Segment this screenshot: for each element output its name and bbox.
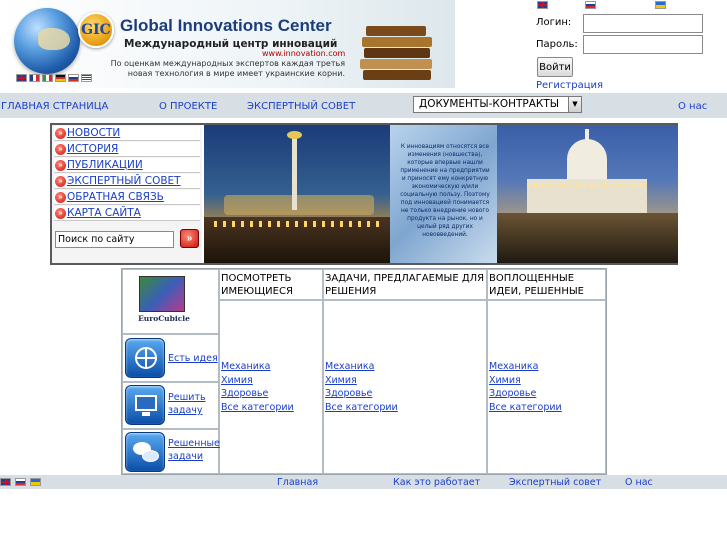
- site-url: www.innovation.com: [262, 49, 346, 58]
- site-banner: GIC Global Innovations Center Международ…: [0, 0, 455, 88]
- solve-task-link[interactable]: Решить задачу: [168, 391, 218, 417]
- menu-item-history[interactable]: » ИСТОРИЯ: [54, 142, 200, 157]
- column-header-implemented: ВОПЛОЩЕННЫЕ ИДЕИ, РЕШЕННЫЕ ЗАДАЧИ: [487, 269, 606, 310]
- monitor-icon[interactable]: [125, 385, 165, 425]
- flag-russia-icon[interactable]: [15, 478, 26, 486]
- category-link-health[interactable]: Здоровье: [325, 387, 398, 401]
- bullet-icon: »: [55, 208, 66, 219]
- solved-tasks-link[interactable]: Решенные задачи: [168, 437, 220, 463]
- column-view-ideas: Механика Химия Здоровье Все категории: [219, 300, 323, 474]
- category-link-chemistry[interactable]: Химия: [325, 374, 398, 388]
- column-header-view-ideas: ПОСМОТРЕТЬ ИМЕЮЩИЕСЯ ИДЕИ: [219, 269, 323, 310]
- menu-item-expert-council[interactable]: » ЭКСПЕРТНЫЙ СОВЕТ: [54, 174, 200, 189]
- flag-uk-icon[interactable]: [0, 478, 11, 486]
- globe-icon[interactable]: [125, 338, 165, 378]
- nav-expert-council[interactable]: ЭКСПЕРТНЫЙ СОВЕТ: [247, 101, 355, 112]
- search-button[interactable]: »: [180, 229, 199, 248]
- chat-bubbles-icon[interactable]: [125, 432, 165, 472]
- bullet-icon: »: [55, 176, 66, 187]
- nav-home[interactable]: ГЛАВНАЯ СТРАНИЦА: [1, 101, 108, 112]
- flag-usa-icon[interactable]: [81, 74, 92, 82]
- ideas-grid: EuroCubicle ПОСМОТРЕТЬ ИМЕЮЩИЕСЯ ИДЕИ ЗА…: [121, 268, 607, 475]
- action-cell-solved-tasks: Решенные задачи: [122, 429, 220, 474]
- main-nav: ГЛАВНАЯ СТРАНИЦА О ПРОЕКТЕ ЭКСПЕРТНЫЙ СО…: [0, 93, 727, 118]
- bullet-icon: »: [55, 144, 66, 155]
- bullet-icon: »: [55, 192, 66, 203]
- innovation-text-image: К инновациям относятся все изменения (но…: [390, 125, 497, 263]
- flag-ukraine-icon[interactable]: [655, 1, 666, 9]
- documents-select[interactable]: ДОКУМЕНТЫ-КОНТРАКТЫ ▼: [413, 96, 582, 113]
- header: GIC Global Innovations Center Международ…: [0, 0, 727, 92]
- category-link-chemistry[interactable]: Химия: [221, 374, 294, 388]
- innovation-definition-text: К инновациям относятся все изменения (но…: [400, 144, 490, 238]
- category-link-mechanics[interactable]: Механика: [489, 360, 562, 374]
- menu-item-sitemap[interactable]: » КАРТА САЙТА: [54, 206, 200, 221]
- feature-box: » НОВОСТИ » ИСТОРИЯ » ПУБЛИКАЦИИ » ЭКСПЕРТНЫ…: [50, 123, 678, 265]
- category-link-health[interactable]: Здоровье: [489, 387, 562, 401]
- menu-item-publications[interactable]: » ПУБЛИКАЦИИ: [54, 158, 200, 173]
- have-idea-link[interactable]: Есть идея: [168, 352, 218, 365]
- action-cell-solve-task: Решить задачу: [122, 382, 219, 429]
- category-link-health[interactable]: Здоровье: [221, 387, 294, 401]
- documents-select-value: ДОКУМЕНТЫ-КОНТРАКТЫ: [419, 98, 560, 110]
- flag-uk-icon[interactable]: [537, 1, 548, 9]
- flag-italy-icon[interactable]: [42, 74, 53, 82]
- footer-home-link[interactable]: Главная: [277, 477, 318, 488]
- search-input[interactable]: [55, 231, 174, 248]
- flag-ukraine-icon[interactable]: [30, 478, 41, 486]
- chevron-down-icon[interactable]: ▼: [568, 97, 581, 112]
- nav-about-project[interactable]: О ПРОЕКТЕ: [159, 101, 217, 112]
- category-link-chemistry[interactable]: Химия: [489, 374, 562, 388]
- category-link-mechanics[interactable]: Механика: [221, 360, 294, 374]
- action-cell-have-idea: Есть идея: [122, 334, 219, 382]
- menu-item-news[interactable]: » НОВОСТИ: [54, 126, 200, 141]
- column-tasks: Механика Химия Здоровье Все категории: [323, 300, 487, 474]
- flag-germany-icon[interactable]: [55, 74, 66, 82]
- flag-russia-icon[interactable]: [585, 1, 596, 9]
- books-image: [360, 20, 438, 84]
- category-link-all[interactable]: Все категории: [325, 401, 398, 415]
- flag-france-icon[interactable]: [29, 74, 40, 82]
- footer-about-us-link[interactable]: О нас: [625, 477, 653, 488]
- flag-uk-icon[interactable]: [16, 74, 27, 82]
- eurocubicle-logo-cell: EuroCubicle: [122, 269, 219, 334]
- nav-about-us[interactable]: О нас: [678, 101, 707, 112]
- login-input[interactable]: [583, 14, 703, 33]
- language-switcher: [537, 0, 727, 10]
- column-header-tasks: ЗАДАЧИ, ПРЕДЛАГАЕМЫЕ ДЛЯ РЕШЕНИЯ: [323, 269, 487, 300]
- column-implemented: Механика Химия Здоровье Все категории: [487, 300, 606, 474]
- site-title: Global Innovations Center: [120, 16, 332, 35]
- login-label: Логин:: [536, 17, 572, 28]
- capitol-photo: [497, 125, 678, 263]
- category-link-all[interactable]: Все категории: [489, 401, 562, 415]
- footer: Главная Как это работает Экспертный сове…: [0, 475, 727, 489]
- category-link-all[interactable]: Все категории: [221, 401, 294, 415]
- menu-item-feedback[interactable]: » ОБРАТНАЯ СВЯЗЬ: [54, 190, 200, 205]
- language-flags: [16, 74, 94, 82]
- cube-logo-icon: [139, 276, 185, 312]
- globe-logo-icon: [14, 8, 80, 74]
- tagline: По оценкам международных экспертов кажда…: [110, 59, 345, 78]
- footer-expert-council-link[interactable]: Экспертный совет: [509, 477, 601, 488]
- password-label: Пароль:: [536, 39, 578, 50]
- logo-badge: GIC: [78, 12, 114, 48]
- flag-russia-icon[interactable]: [68, 74, 79, 82]
- login-button[interactable]: Войти: [537, 57, 573, 77]
- bullet-icon: »: [55, 160, 66, 171]
- password-input[interactable]: [583, 35, 703, 54]
- footer-how-it-works-link[interactable]: Как это работает: [393, 477, 480, 488]
- eurocubicle-logo-text: EuroCubicle: [138, 314, 190, 323]
- bullet-icon: »: [55, 128, 66, 139]
- category-link-mechanics[interactable]: Механика: [325, 360, 398, 374]
- register-link[interactable]: Регистрация: [536, 80, 603, 91]
- side-menu: » НОВОСТИ » ИСТОРИЯ » ПУБЛИКАЦИИ » ЭКСПЕРТНЫ…: [52, 125, 202, 263]
- kyiv-photo: [204, 125, 390, 263]
